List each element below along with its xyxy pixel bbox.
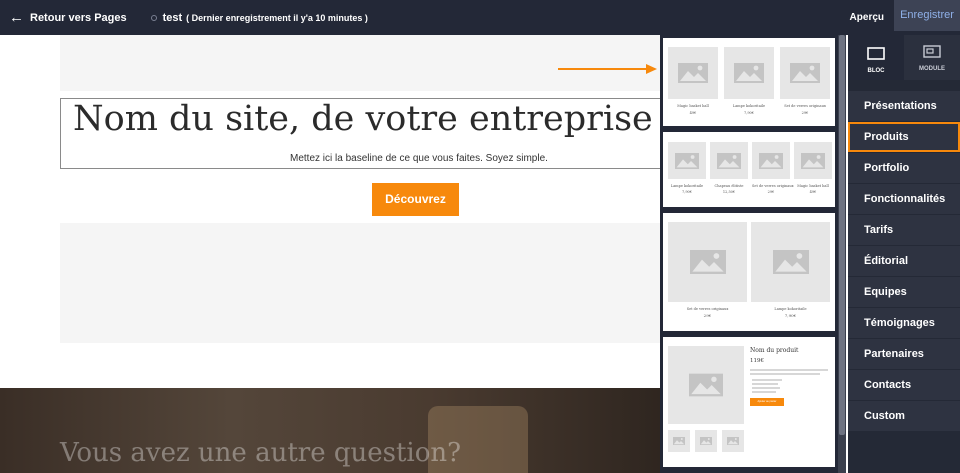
list-line	[752, 387, 780, 389]
product-name: Lampe kokoritaile	[670, 184, 704, 188]
discover-button[interactable]: Découvrez	[372, 183, 459, 216]
rectangle-icon	[867, 47, 885, 60]
document-info: test ( Dernier enregistrement il y'a 10 …	[150, 11, 368, 24]
site-baseline[interactable]: Mettez ici la baseline de ce que vous fa…	[290, 153, 548, 164]
image-placeholder	[668, 346, 744, 424]
image-placeholder-icon	[759, 152, 783, 169]
template-products-4-columns[interactable]: Lampe kokoritaile 7,90€ Chapeau élitiste…	[663, 132, 835, 207]
menu-item-tarifs[interactable]: Tarifs	[848, 215, 960, 245]
save-status: ( Dernier enregistrement il y'a 10 minut…	[186, 12, 368, 23]
template-products-3-columns[interactable]: Magic basket ball 49€ Lampe kokoritaile …	[663, 38, 835, 126]
image-placeholder-icon	[700, 437, 712, 445]
page-canvas: Nom du site, de votre entreprise ou votr…	[0, 35, 660, 473]
image-placeholder-icon	[734, 63, 764, 83]
product-name: Set de verres originaux	[686, 307, 729, 311]
template-thumbnail-list: Magic basket ball 49€ Lampe kokoritaile …	[660, 35, 846, 473]
image-placeholder	[794, 142, 832, 179]
image-placeholder-icon	[727, 437, 739, 445]
panel-tabs: BLOC MODULE	[848, 35, 960, 80]
product-price: 29€	[801, 111, 809, 115]
tab-module[interactable]: MODULE	[904, 35, 960, 80]
image-placeholder	[668, 222, 747, 302]
annotation-arrow-icon	[558, 64, 657, 74]
product-title: Nom du produit	[750, 347, 799, 354]
product-name: Lampe kokoritaile	[732, 104, 766, 108]
back-label: Retour vers Pages	[30, 11, 127, 24]
image-placeholder-icon	[675, 152, 699, 169]
product-name: Magic basket ball	[797, 184, 829, 188]
menu-item-presentations[interactable]: Présentations	[848, 91, 960, 121]
title-block[interactable]: Nom du site, de votre entreprise ou votr…	[60, 98, 660, 169]
tab-bloc-label: BLOC	[867, 68, 885, 74]
product-price: 7,90€	[784, 313, 797, 318]
product-price: 49€	[689, 111, 697, 115]
menu-item-produits[interactable]: Produits	[848, 122, 960, 152]
product-name: Set de verres originaux	[752, 184, 794, 188]
image-placeholder	[752, 142, 790, 179]
template-product-detail[interactable]: Nom du produit 119€ Ajouter au panier	[663, 337, 835, 467]
background-image-section: Vous avez une autre question?	[0, 388, 660, 473]
image-placeholder-icon	[801, 152, 825, 169]
module-icon	[923, 45, 941, 58]
menu-item-contacts[interactable]: Contacts	[848, 370, 960, 400]
placeholder-block-middle[interactable]	[60, 223, 660, 343]
image-placeholder	[668, 142, 706, 179]
preview-button[interactable]: Aperçu	[850, 0, 884, 35]
product-name: Chapeau élitiste	[714, 184, 744, 188]
tab-bloc[interactable]: BLOC	[848, 35, 904, 80]
menu-item-portfolio[interactable]: Portfolio	[848, 153, 960, 183]
tab-module-label: MODULE	[919, 66, 945, 72]
image-placeholder	[668, 430, 690, 452]
product-name: Magic basket ball	[677, 104, 709, 108]
menu-item-editorial[interactable]: Éditorial	[848, 246, 960, 276]
list-line	[752, 391, 776, 393]
scrollbar-thumb[interactable]	[839, 35, 845, 435]
text-line	[750, 369, 828, 371]
menu-item-fonctionnalites[interactable]: Fonctionnalités	[848, 184, 960, 214]
image-placeholder-icon	[790, 63, 820, 83]
thumbnail-scrollbar[interactable]	[838, 35, 846, 473]
product-price: 7,90€	[743, 111, 755, 115]
product-price: 49€	[809, 190, 817, 194]
image-placeholder	[710, 142, 748, 179]
image-placeholder-icon	[673, 437, 685, 445]
image-placeholder-icon	[772, 250, 809, 274]
menu-item-temoignages[interactable]: Témoignages	[848, 308, 960, 338]
text-line	[750, 373, 820, 375]
menu-item-equipes[interactable]: Equipes	[848, 277, 960, 307]
circle-icon	[150, 14, 157, 21]
product-price: 7,90€	[681, 190, 693, 194]
menu-item-partenaires[interactable]: Partenaires	[848, 339, 960, 369]
image-placeholder	[724, 47, 774, 99]
arrow-left-icon: ←	[9, 9, 24, 26]
list-line	[752, 379, 782, 381]
question-heading: Vous avez une autre question?	[60, 438, 462, 468]
image-placeholder-icon	[689, 373, 723, 397]
site-title[interactable]: Nom du site, de votre entreprise ou votr…	[73, 99, 660, 139]
image-placeholder-icon	[689, 250, 726, 274]
back-to-pages-button[interactable]: ← Retour vers Pages	[0, 10, 127, 25]
top-bar: ← Retour vers Pages test ( Dernier enreg…	[0, 0, 960, 35]
document-name: test	[162, 11, 183, 24]
product-price: 29€	[703, 313, 712, 318]
menu-item-custom[interactable]: Custom	[848, 401, 960, 431]
product-price: 12,50€	[722, 190, 736, 194]
product-name: Lampe kokoritaile	[774, 307, 807, 311]
add-to-cart-button: Ajouter au panier	[750, 398, 784, 406]
image-placeholder	[751, 222, 830, 302]
image-placeholder	[668, 47, 718, 99]
image-placeholder-icon	[678, 63, 708, 83]
image-placeholder	[695, 430, 717, 452]
image-placeholder	[722, 430, 744, 452]
template-products-2-columns[interactable]: Set de verres originaux 29€ Lampe kokori…	[663, 213, 835, 331]
list-line	[752, 383, 778, 385]
image-placeholder-icon	[717, 152, 741, 169]
product-price: 119€	[750, 358, 764, 364]
product-name: Set de verres originaux	[784, 104, 826, 108]
block-panel: BLOC MODULE Présentations Produits Portf…	[848, 35, 960, 473]
image-placeholder	[780, 47, 830, 99]
save-button[interactable]: Enregistrer	[894, 0, 960, 31]
product-price: 29€	[767, 190, 775, 194]
